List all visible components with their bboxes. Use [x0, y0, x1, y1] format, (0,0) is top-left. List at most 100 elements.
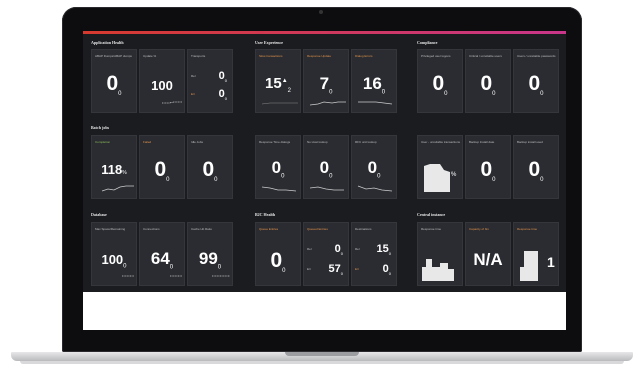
- tile-label: Idle Jobs: [191, 141, 204, 144]
- tile-destinations[interactable]: Destinations Rel 150 Err 00: [351, 222, 397, 286]
- area-chart: [424, 164, 450, 192]
- tile-value: 1: [547, 254, 555, 270]
- tile-dialog-errors[interactable]: Dialog Errors 160: [351, 49, 397, 113]
- tile-update[interactable]: Update % 100: [139, 49, 185, 113]
- mini-label: Err: [307, 267, 311, 271]
- tile-privileged-logons[interactable]: Privileged user logons 00: [417, 49, 463, 113]
- mini-row: Err 00: [355, 263, 393, 277]
- tile-value: 118%: [101, 162, 127, 177]
- sparkline: [170, 275, 182, 277]
- tile-label: Dialog Errors: [355, 55, 373, 58]
- tile-value: 00: [154, 158, 170, 184]
- tile-label: Backup Install date: [469, 141, 495, 144]
- camera-icon: [319, 10, 323, 14]
- mini-label: Rel: [191, 74, 196, 78]
- mini-value: 00: [218, 70, 227, 84]
- sparkline: [212, 275, 230, 277]
- tile-failed[interactable]: Failed 00: [139, 135, 185, 199]
- tile-value: %: [451, 172, 457, 178]
- tile-queued-entries[interactable]: Queued Entries Rel 00 Err 570: [303, 222, 349, 286]
- tile-label: Queue Entries: [259, 228, 279, 231]
- tile-value: 00: [319, 158, 333, 180]
- mini-row: Rel 150: [355, 243, 393, 257]
- sparkline: [358, 101, 393, 105]
- mini-value: 00: [334, 243, 343, 257]
- tile-label: Response Update: [307, 55, 332, 58]
- tile-label: Transports: [191, 55, 206, 58]
- tile-host-lookup[interactable]: No Host lookup 00: [303, 135, 349, 199]
- tile-backup-install-used[interactable]: Backup install used 00: [513, 135, 559, 199]
- mini-row: Rel 00: [307, 243, 345, 257]
- accent-bar: [83, 31, 566, 34]
- tile-value: 15▲2: [265, 75, 291, 94]
- mini-label: Rel: [355, 247, 360, 251]
- tile-unreliable-passwords[interactable]: Users / unreliable passwords 00: [513, 49, 559, 113]
- section-title-app-health: Application Health: [91, 40, 124, 45]
- mini-label: Err: [191, 92, 195, 96]
- tile-value: 00: [480, 72, 496, 98]
- mini-row: Err 570: [307, 263, 345, 277]
- sparkline: [357, 185, 393, 192]
- section-title-batch-jobs: Batch jobs: [91, 125, 110, 130]
- bar-chart: [520, 251, 538, 281]
- tile-label: ABAP Dumps/ABAP dumps: [95, 55, 132, 58]
- tile-label: Backup install used: [517, 141, 543, 144]
- sparkline: [261, 102, 298, 105]
- tile-connections[interactable]: Connections 640: [139, 222, 185, 286]
- tile-value: 100: [151, 78, 173, 93]
- tile-cache-hit-ratio[interactable]: Cache Hit Ratio 990: [187, 222, 233, 286]
- laptop-base-shadow: [20, 361, 624, 364]
- tile-label: Failed: [143, 141, 152, 144]
- tile-value: 00: [106, 72, 122, 98]
- laptop-screen: Application Health User Experience Compl…: [83, 31, 566, 330]
- tile-rfc-lookup[interactable]: RFC unit lookup 00: [351, 135, 397, 199]
- tile-label: Critical / unreliable users: [469, 55, 502, 58]
- sparkline: [309, 101, 346, 106]
- tile-value: 640: [150, 249, 174, 271]
- tile-label: Completion: [95, 141, 111, 144]
- tile-value: 70: [319, 74, 333, 96]
- tile-completion[interactable]: Completion 118%: [91, 135, 137, 199]
- tile-backup-install-date[interactable]: Backup Install date 00: [465, 135, 511, 199]
- tile-queue-entries[interactable]: Queue Entries 00: [255, 222, 301, 286]
- laptop-notch: [285, 352, 359, 356]
- mini-row: Rel 00: [191, 70, 229, 84]
- tile-label: Max Space/Remaining: [95, 228, 126, 231]
- tile-value: 1000: [101, 252, 127, 270]
- tile-value: 990: [198, 249, 222, 271]
- tile-value: 00: [270, 249, 286, 275]
- tile-transports[interactable]: Transports Rel 00 Err 00: [187, 49, 233, 113]
- tile-label: Response time: [421, 228, 442, 231]
- tile-unreliable-transactions[interactable]: User - unreliable transactions %: [417, 135, 463, 199]
- tile-slow-transactions[interactable]: Slow transactions 15▲2: [255, 49, 301, 113]
- tile-value: 00: [202, 158, 218, 184]
- tile-response-time-dialogs[interactable]: Response Time dialogs 00: [255, 135, 301, 199]
- tile-max-space[interactable]: Max Space/Remaining 1000: [91, 222, 137, 286]
- tile-response-time-2[interactable]: Response time 1: [513, 222, 559, 286]
- tile-label: Queued Entries: [307, 228, 328, 231]
- tile-label: Connections: [143, 228, 160, 231]
- tile-label: Slow transactions: [259, 55, 283, 58]
- tile-value: 00: [432, 72, 448, 98]
- tile-label: Response Time dialogs: [259, 141, 291, 144]
- tile-value: 00: [528, 72, 544, 98]
- section-title-user-experience: User Experience: [255, 40, 284, 45]
- tile-response-time[interactable]: Response time: [417, 222, 463, 286]
- tile-capacity[interactable]: Capacity of bin N/A: [465, 222, 511, 286]
- tile-value: N/A: [473, 250, 503, 269]
- tile-value: 00: [367, 158, 381, 180]
- tile-value: 00: [271, 158, 285, 180]
- mini-value: 00: [382, 263, 391, 277]
- tile-label: Users / unreliable passwords: [517, 55, 556, 58]
- section-title-compliance: Compliance: [417, 40, 438, 45]
- mini-value: 570: [328, 263, 343, 277]
- tile-idle-jobs[interactable]: Idle Jobs 00: [187, 135, 233, 199]
- tile-response-update[interactable]: Response Update 70: [303, 49, 349, 113]
- sparkline: [122, 275, 134, 277]
- area-chart: [422, 259, 454, 281]
- tile-abap-dumps[interactable]: ABAP Dumps/ABAP dumps 00: [91, 49, 137, 113]
- tile-value: 00: [480, 158, 496, 184]
- tile-label: RFC unit lookup: [355, 141, 377, 144]
- tile-critical-users[interactable]: Critical / unreliable users 00: [465, 49, 511, 113]
- tile-value: 00: [528, 158, 544, 184]
